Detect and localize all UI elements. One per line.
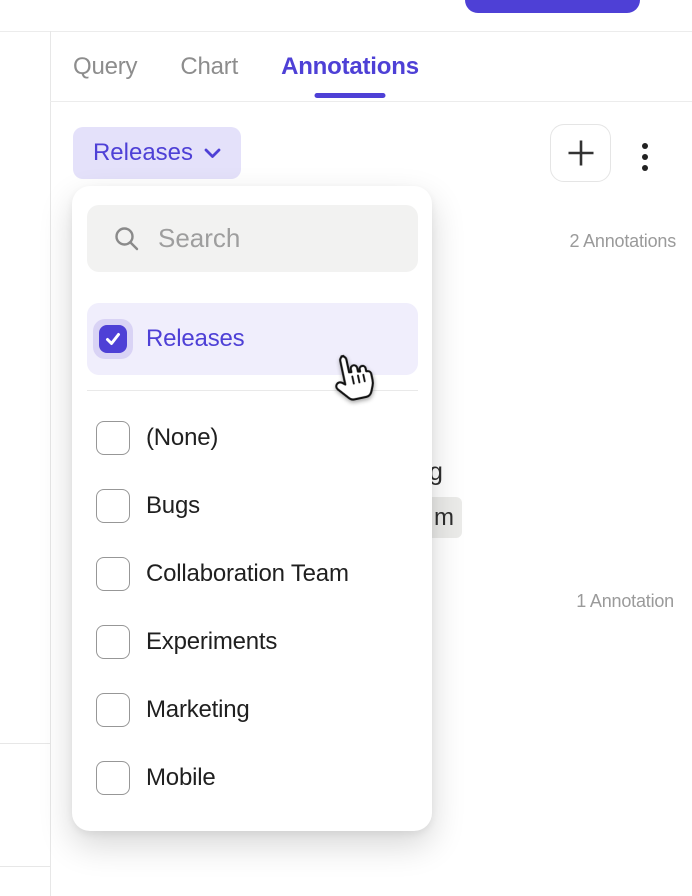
checkbox-unchecked[interactable] bbox=[96, 761, 130, 795]
sidebar-divider bbox=[50, 31, 51, 896]
checkmark-icon bbox=[104, 330, 122, 348]
option-row-mobile[interactable]: Mobile bbox=[87, 744, 418, 812]
option-row-marketing[interactable]: Marketing bbox=[87, 676, 418, 744]
option-label: Mobile bbox=[146, 764, 216, 792]
option-label: (None) bbox=[146, 424, 218, 452]
checkbox-unchecked[interactable] bbox=[96, 625, 130, 659]
more-options-button[interactable] bbox=[631, 133, 659, 181]
checkbox-unchecked[interactable] bbox=[96, 421, 130, 455]
annotation-count: 1 Annotation bbox=[576, 591, 674, 612]
option-label: Marketing bbox=[146, 696, 250, 724]
search-box[interactable] bbox=[87, 205, 418, 272]
sidebar-row-divider bbox=[0, 866, 50, 867]
tab-chart[interactable]: Chart bbox=[180, 32, 238, 101]
checkbox-checked[interactable] bbox=[99, 325, 127, 353]
plus-icon bbox=[566, 138, 596, 168]
chevron-down-icon bbox=[204, 148, 221, 159]
option-label: Experiments bbox=[146, 628, 277, 656]
chip-text: m bbox=[434, 504, 454, 532]
option-row-releases[interactable]: Releases bbox=[87, 303, 418, 375]
option-row-experiments[interactable]: Experiments bbox=[87, 608, 418, 676]
search-input[interactable] bbox=[158, 205, 493, 272]
kebab-icon bbox=[642, 143, 648, 171]
checkbox-unchecked[interactable] bbox=[96, 489, 130, 523]
annotation-count: 2 Annotations bbox=[570, 231, 677, 252]
tab-label: Annotations bbox=[281, 53, 419, 81]
tab-bar: Query Chart Annotations bbox=[50, 32, 692, 102]
option-label: Collaboration Team bbox=[146, 560, 349, 588]
checkbox-focus-ring bbox=[93, 319, 133, 359]
checkbox-unchecked[interactable] bbox=[96, 693, 130, 727]
option-label: Releases bbox=[146, 325, 244, 353]
option-row-collaboration-team[interactable]: Collaboration Team bbox=[87, 540, 418, 608]
option-list: (None) Bugs Collaboration Team Experimen… bbox=[87, 404, 418, 812]
option-label: Bugs bbox=[146, 492, 200, 520]
releases-filter-button[interactable]: Releases bbox=[73, 127, 241, 179]
filter-button-label: Releases bbox=[93, 139, 193, 167]
primary-action-pill[interactable] bbox=[465, 0, 640, 13]
add-annotation-button[interactable] bbox=[550, 124, 611, 182]
tab-annotations[interactable]: Annotations bbox=[281, 32, 419, 101]
active-tab-underline bbox=[314, 93, 385, 98]
releases-filter-dropdown: Releases (None) Bugs Collaboration Team … bbox=[72, 186, 432, 831]
tab-query[interactable]: Query bbox=[73, 32, 137, 101]
sidebar-row-divider bbox=[0, 743, 50, 744]
option-row-none[interactable]: (None) bbox=[87, 404, 418, 472]
dropdown-divider bbox=[87, 390, 418, 391]
tab-label: Chart bbox=[180, 53, 238, 81]
tab-label: Query bbox=[73, 53, 137, 81]
search-icon bbox=[113, 225, 140, 252]
checkbox-unchecked[interactable] bbox=[96, 557, 130, 591]
option-row-bugs[interactable]: Bugs bbox=[87, 472, 418, 540]
